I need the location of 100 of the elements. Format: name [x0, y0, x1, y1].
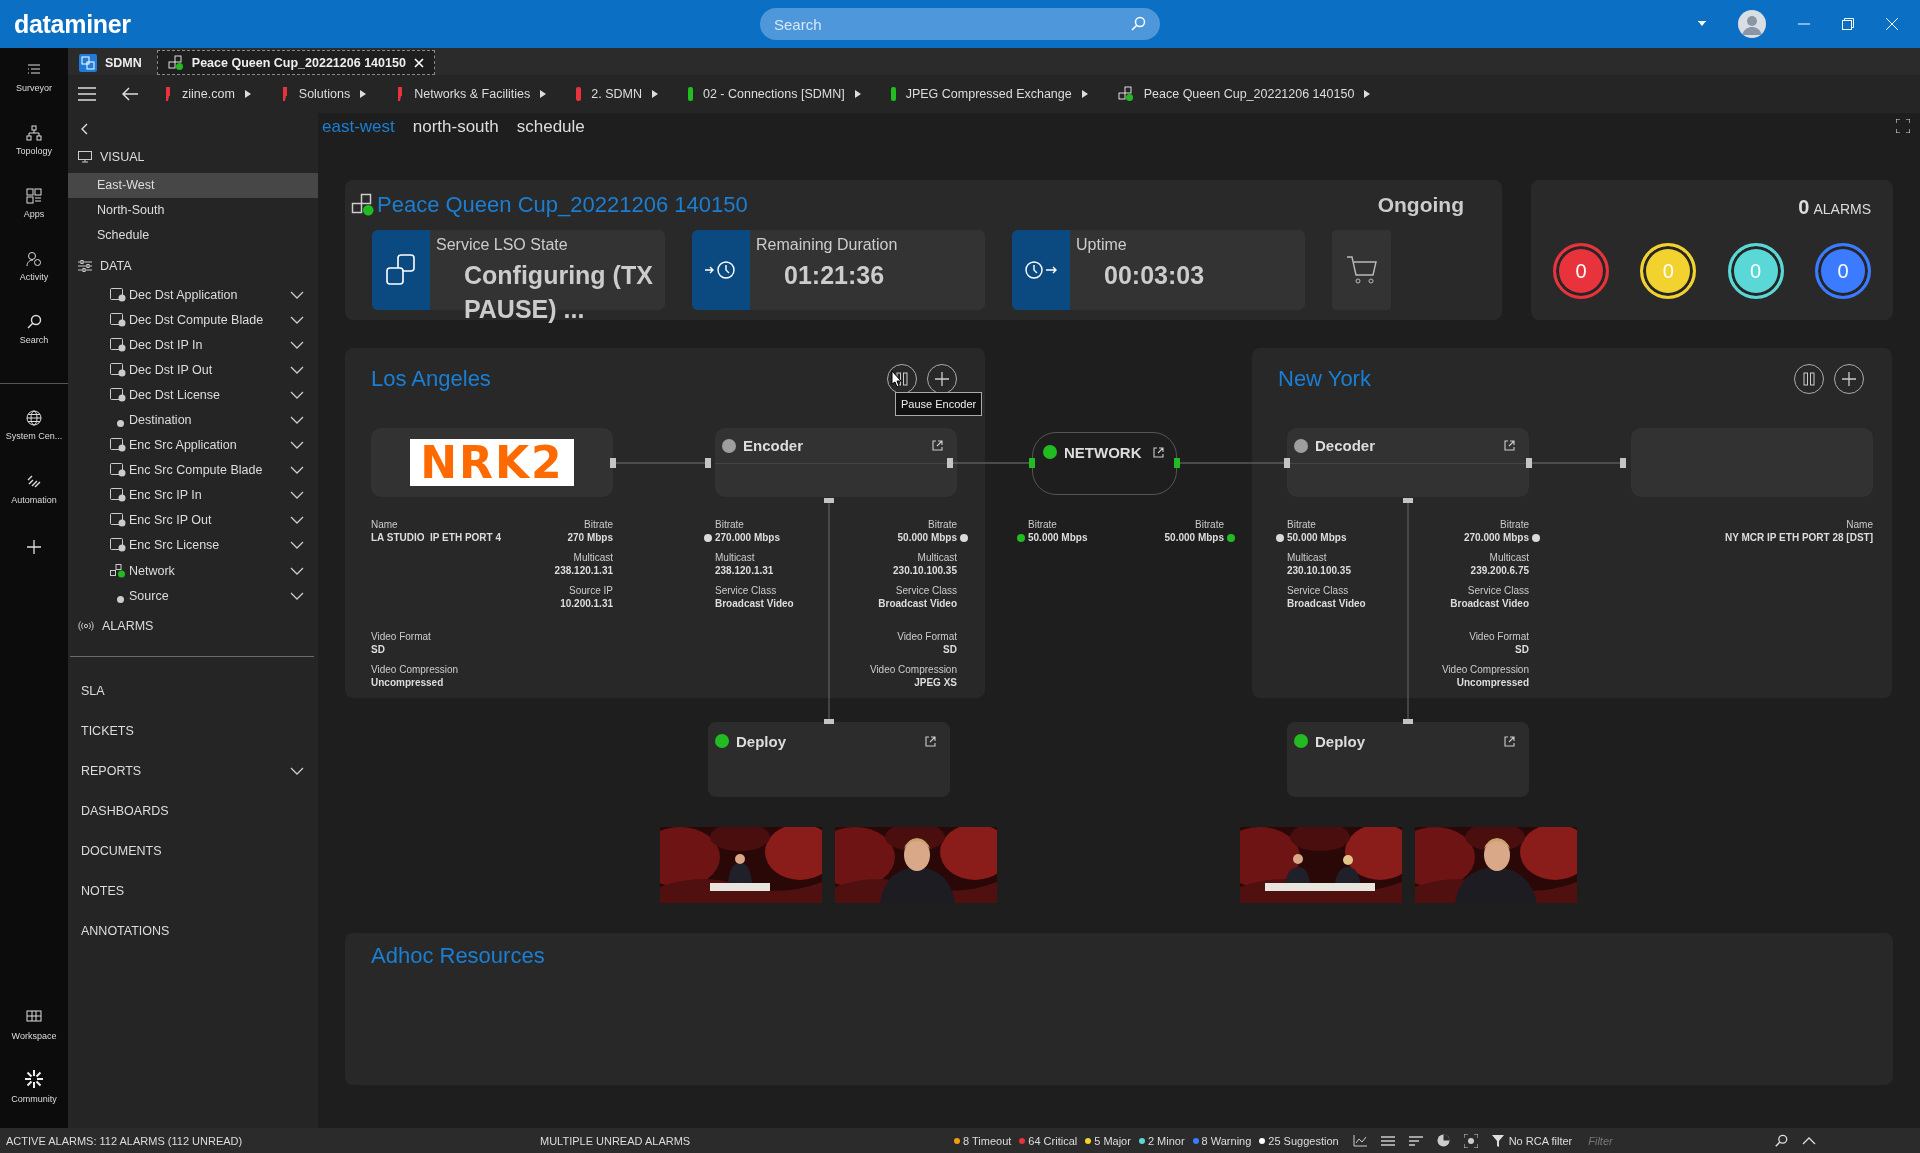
severity-count[interactable]: 8 Warning — [1201, 1134, 1252, 1147]
sort-icon[interactable] — [1408, 1134, 1423, 1147]
rail-item[interactable]: Workspace — [0, 1002, 68, 1065]
back-arrow-icon[interactable] — [122, 87, 138, 101]
data-item[interactable]: Enc Src Application — [129, 438, 287, 453]
chevron-down-icon[interactable] — [290, 491, 304, 500]
chevron-down-icon[interactable] — [290, 441, 304, 450]
data-item[interactable]: Enc Src Compute Blade — [129, 463, 287, 478]
view-item[interactable]: East-West — [68, 173, 318, 198]
breadcrumb-link[interactable]: ziine.com — [182, 87, 235, 101]
chart-icon[interactable] — [1352, 1134, 1367, 1147]
focus-icon[interactable] — [1463, 1133, 1478, 1148]
severity-count[interactable]: 5 Major — [1094, 1134, 1131, 1147]
caret-icon[interactable] — [1081, 90, 1088, 98]
chevron-down-icon[interactable] — [290, 566, 304, 575]
restore-icon[interactable] — [1842, 18, 1854, 30]
alarm-summary[interactable]: ACTIVE ALARMS: 112 ALARMS (112 UNREAD) — [6, 1134, 526, 1147]
caret-icon[interactable] — [854, 90, 861, 98]
rail-item[interactable]: Apps — [0, 184, 68, 247]
view-tab[interactable]: north-south — [412, 116, 499, 137]
external-link-icon[interactable] — [1504, 735, 1515, 747]
cart-button[interactable] — [1332, 230, 1391, 310]
chevron-up-icon[interactable] — [1802, 1136, 1817, 1145]
view-item[interactable]: Schedule — [68, 223, 318, 248]
deploy-node[interactable]: Deploy — [1287, 722, 1529, 797]
module-link[interactable]: REPORTS — [81, 764, 290, 779]
data-item[interactable]: Dec Dst IP In — [129, 337, 287, 352]
tab[interactable]: SDMN — [68, 50, 153, 75]
pie-icon[interactable] — [1436, 1134, 1450, 1147]
data-item[interactable]: Enc Src License — [129, 538, 287, 553]
severity-count[interactable]: 8 Timeout — [963, 1134, 1012, 1147]
data-item[interactable]: Enc Src IP In — [129, 488, 287, 503]
module-link[interactable]: SLA — [81, 684, 304, 699]
close-icon[interactable] — [413, 57, 424, 68]
chevron-left-icon[interactable] — [80, 123, 88, 135]
caret-icon[interactable] — [244, 90, 251, 98]
rail-item[interactable]: Community — [0, 1065, 68, 1128]
data-item[interactable]: Network — [129, 563, 287, 578]
severity-counter[interactable]: 0 — [1815, 243, 1871, 299]
caret-icon[interactable] — [360, 90, 367, 98]
caret-icon[interactable] — [540, 90, 547, 98]
view-item[interactable]: North-South — [68, 198, 318, 223]
search-field[interactable]: Search — [760, 8, 1160, 40]
data-item[interactable]: Source — [129, 588, 287, 603]
chevron-down-icon[interactable] — [290, 767, 304, 776]
view-tab[interactable]: schedule — [516, 116, 585, 137]
caret-icon[interactable] — [1364, 90, 1371, 98]
fullscreen-icon[interactable] — [1896, 119, 1910, 133]
avatar-icon[interactable] — [1738, 10, 1766, 38]
breadcrumb-link[interactable]: Networks & Facilities — [414, 87, 531, 101]
chevron-down-icon[interactable] — [290, 365, 304, 374]
breadcrumb-link[interactable]: JPEG Compressed Exchange — [905, 87, 1072, 101]
data-item[interactable]: Dec Dst IP Out — [129, 362, 287, 377]
breadcrumb-link[interactable]: 2. SDMN — [591, 87, 642, 101]
chevron-down-icon[interactable] — [290, 340, 304, 349]
module-link[interactable]: ANNOTATIONS — [81, 924, 304, 939]
view-tab[interactable]: east-west — [322, 116, 395, 137]
external-link-icon[interactable] — [932, 440, 943, 451]
filter-field[interactable]: Filter — [1586, 1133, 1761, 1148]
rca-filter[interactable]: No RCA filter — [1508, 1134, 1573, 1147]
section-title[interactable]: DATA — [100, 259, 132, 273]
chevron-down-icon[interactable] — [290, 516, 304, 525]
rail-item[interactable]: Topology — [0, 121, 68, 184]
list-icon[interactable] — [1380, 1134, 1395, 1147]
deploy-node[interactable]: Deploy — [708, 722, 950, 797]
caret-icon[interactable] — [651, 90, 658, 98]
external-link-icon[interactable] — [925, 735, 936, 747]
breadcrumb-link[interactable]: Solutions — [298, 87, 351, 101]
rail-item[interactable]: Search — [0, 310, 68, 373]
section-title[interactable]: ALARMS — [102, 619, 154, 634]
external-link-icon[interactable] — [1504, 440, 1515, 451]
chevron-down-icon[interactable] — [290, 466, 304, 475]
menu-icon[interactable] — [78, 87, 96, 101]
severity-count[interactable]: 25 Suggestion — [1268, 1134, 1339, 1147]
tab[interactable]: Peace Queen Cup_20221206 140150 — [156, 50, 435, 75]
caret-icon[interactable] — [1698, 21, 1706, 27]
device-node[interactable]: Encoder — [715, 428, 957, 497]
rail-item[interactable]: Surveyor — [0, 58, 68, 121]
data-item[interactable]: Dec Dst License — [129, 387, 287, 402]
module-link[interactable]: NOTES — [81, 884, 304, 899]
network-node[interactable]: NETWORK — [1032, 432, 1177, 495]
device-node[interactable]: Decoder — [1287, 428, 1529, 497]
severity-counter[interactable]: 0 — [1553, 243, 1609, 299]
breadcrumb-link[interactable]: Peace Queen Cup_20221206 140150 — [1143, 87, 1355, 101]
chevron-down-icon[interactable] — [290, 390, 304, 399]
module-link[interactable]: DASHBOARDS — [81, 804, 304, 819]
search-icon[interactable] — [1774, 1133, 1789, 1148]
chevron-down-icon[interactable] — [290, 315, 304, 324]
severity-count[interactable]: 2 Minor — [1147, 1134, 1185, 1147]
chevron-down-icon[interactable] — [290, 541, 304, 550]
severity-count[interactable]: 64 Critical — [1028, 1134, 1078, 1147]
data-item[interactable]: Dec Dst Application — [129, 287, 287, 302]
module-link[interactable]: TICKETS — [81, 724, 304, 739]
breadcrumb-link[interactable]: 02 - Connections [SDMN] — [702, 87, 845, 101]
external-link-icon[interactable] — [1153, 446, 1164, 458]
chevron-down-icon[interactable] — [290, 290, 304, 299]
chevron-down-icon[interactable] — [290, 416, 304, 424]
rail-item[interactable]: Automation — [0, 470, 68, 533]
data-item[interactable]: Destination — [129, 413, 287, 427]
data-item[interactable]: Enc Src IP Out — [129, 513, 287, 528]
